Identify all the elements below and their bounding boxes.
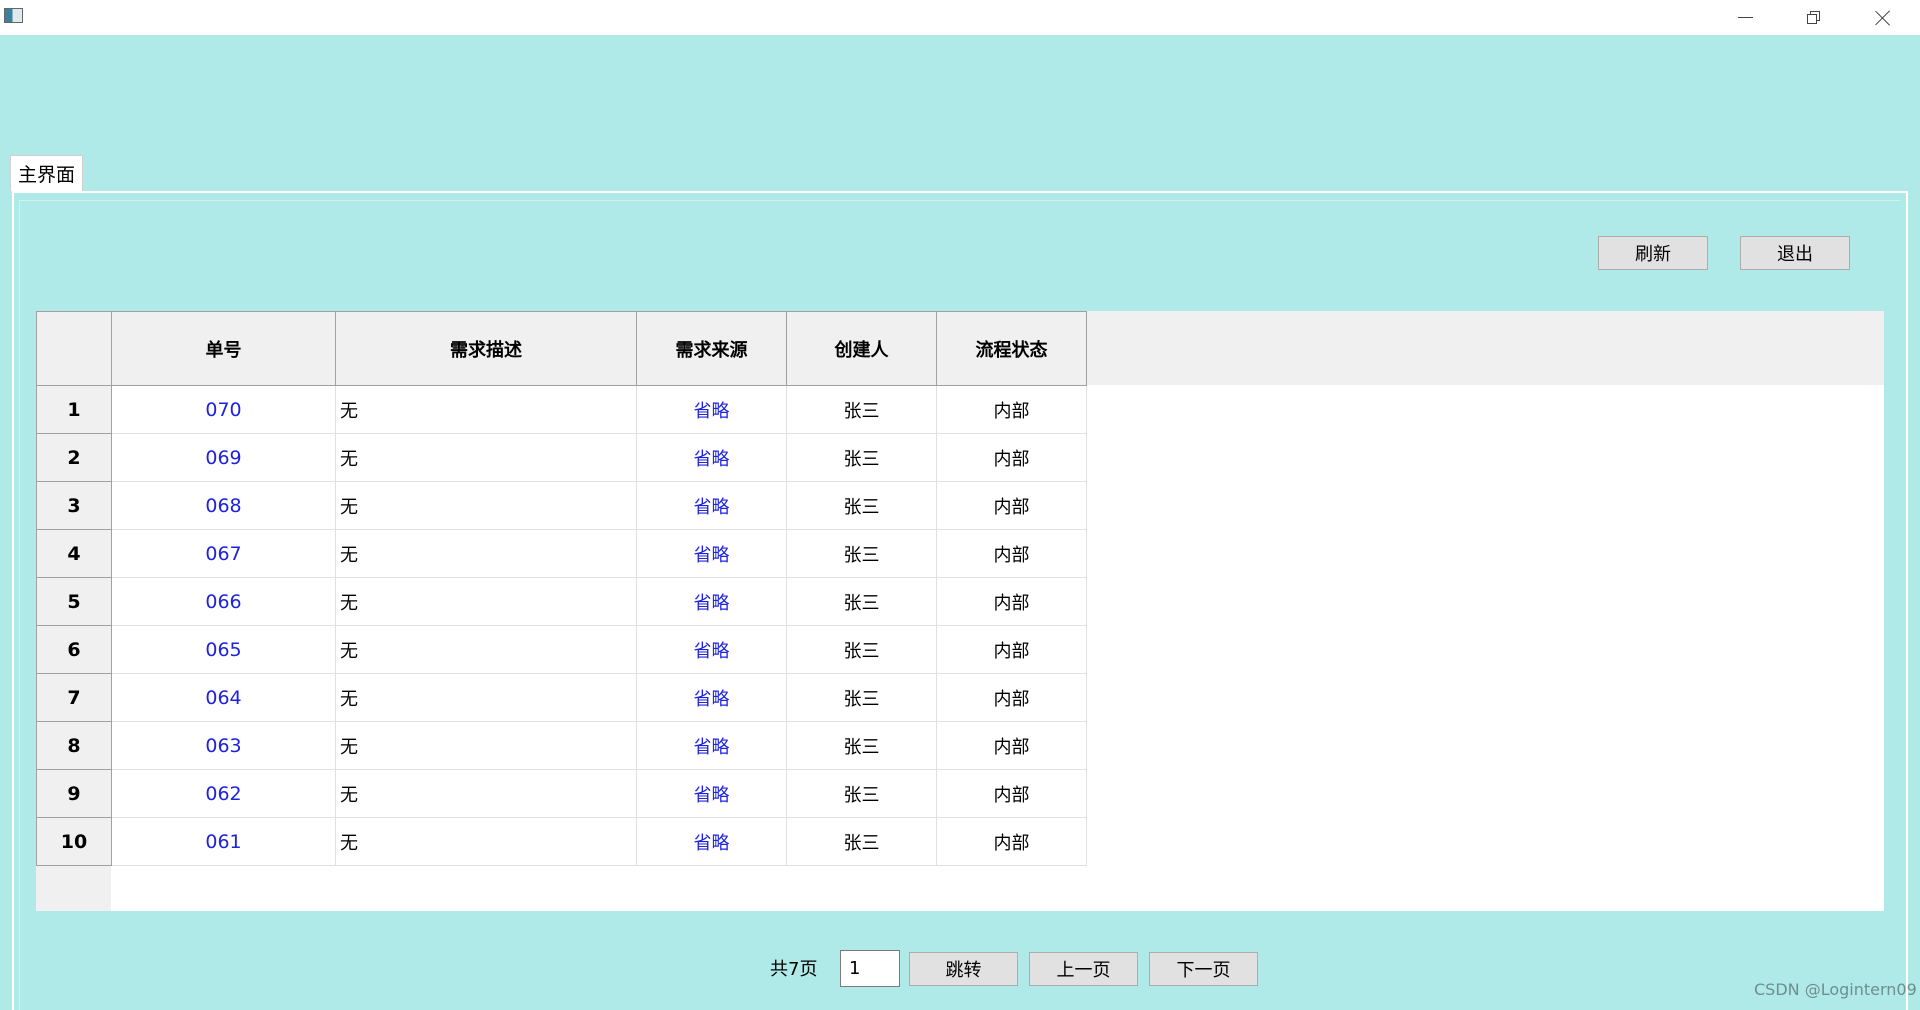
- order-id-cell[interactable]: 065: [111, 625, 336, 674]
- creator-cell[interactable]: 张三: [786, 817, 937, 866]
- description-cell[interactable]: 无: [335, 721, 637, 770]
- creator-cell[interactable]: 张三: [786, 385, 937, 434]
- source-cell[interactable]: 省略: [636, 817, 787, 866]
- column-header-source[interactable]: 需求来源: [636, 311, 787, 386]
- page-count-label: 共7页: [770, 959, 818, 980]
- tab-main[interactable]: 主界面: [10, 155, 83, 191]
- source-cell[interactable]: 省略: [636, 577, 787, 626]
- table-row[interactable]: 1 070 无 省略 张三 内部: [36, 385, 1087, 434]
- creator-cell[interactable]: 张三: [786, 721, 937, 770]
- order-id-cell[interactable]: 064: [111, 673, 336, 722]
- next-page-button[interactable]: 下一页: [1149, 952, 1258, 986]
- order-id-cell[interactable]: 066: [111, 577, 336, 626]
- restore-button[interactable]: [1790, 0, 1836, 35]
- order-id-cell[interactable]: 062: [111, 769, 336, 818]
- minimize-icon: [1737, 17, 1753, 18]
- jump-button[interactable]: 跳转: [909, 952, 1018, 986]
- order-id-cell[interactable]: 067: [111, 529, 336, 578]
- watermark: CSDN @Logintern09: [1754, 980, 1917, 999]
- order-id-cell[interactable]: 070: [111, 385, 336, 434]
- page-number-input[interactable]: [840, 950, 900, 987]
- grid-corner-cell[interactable]: [36, 311, 112, 386]
- restore-icon: [1806, 11, 1820, 24]
- app-window: 主界面 刷新 退出 单号 需求描述 需求来源 创建人 流程状态 1 070 无 …: [0, 0, 1920, 1010]
- creator-cell[interactable]: 张三: [786, 433, 937, 482]
- status-cell[interactable]: 内部: [936, 433, 1087, 482]
- source-cell[interactable]: 省略: [636, 721, 787, 770]
- creator-cell[interactable]: 张三: [786, 673, 937, 722]
- previous-page-button[interactable]: 上一页: [1029, 952, 1138, 986]
- order-id-cell[interactable]: 061: [111, 817, 336, 866]
- column-header-description[interactable]: 需求描述: [335, 311, 637, 386]
- source-cell[interactable]: 省略: [636, 769, 787, 818]
- minimize-button[interactable]: [1722, 0, 1768, 35]
- row-header[interactable]: 5: [36, 577, 112, 626]
- creator-cell[interactable]: 张三: [786, 577, 937, 626]
- column-header-creator[interactable]: 创建人: [786, 311, 937, 386]
- column-header-id[interactable]: 单号: [111, 311, 336, 386]
- table-row[interactable]: 6 065 无 省略 张三 内部: [36, 625, 1087, 674]
- row-header[interactable]: 4: [36, 529, 112, 578]
- creator-cell[interactable]: 张三: [786, 529, 937, 578]
- status-cell[interactable]: 内部: [936, 481, 1087, 530]
- data-grid[interactable]: 单号 需求描述 需求来源 创建人 流程状态 1 070 无 省略 张三 内部 2: [36, 311, 1884, 911]
- row-header[interactable]: 1: [36, 385, 112, 434]
- source-cell[interactable]: 省略: [636, 433, 787, 482]
- description-cell[interactable]: 无: [335, 625, 637, 674]
- source-cell[interactable]: 省略: [636, 625, 787, 674]
- close-button[interactable]: [1860, 0, 1906, 35]
- source-cell[interactable]: 省略: [636, 529, 787, 578]
- row-header[interactable]: 6: [36, 625, 112, 674]
- row-header[interactable]: 3: [36, 481, 112, 530]
- exit-button[interactable]: 退出: [1740, 236, 1850, 270]
- status-cell[interactable]: 内部: [936, 577, 1087, 626]
- table-row[interactable]: 2 069 无 省略 张三 内部: [36, 433, 1087, 482]
- status-cell[interactable]: 内部: [936, 673, 1087, 722]
- data-table: 单号 需求描述 需求来源 创建人 流程状态 1 070 无 省略 张三 内部 2: [36, 311, 1087, 866]
- description-cell[interactable]: 无: [335, 673, 637, 722]
- creator-cell[interactable]: 张三: [786, 769, 937, 818]
- table-row[interactable]: 3 068 无 省略 张三 内部: [36, 481, 1087, 530]
- row-header[interactable]: 8: [36, 721, 112, 770]
- status-cell[interactable]: 内部: [936, 769, 1087, 818]
- row-header[interactable]: 2: [36, 433, 112, 482]
- description-cell[interactable]: 无: [335, 769, 637, 818]
- title-bar: [0, 0, 1920, 35]
- table-row[interactable]: 4 067 无 省略 张三 内部: [36, 529, 1087, 578]
- status-cell[interactable]: 内部: [936, 529, 1087, 578]
- order-id-cell[interactable]: 069: [111, 433, 336, 482]
- description-cell[interactable]: 无: [335, 577, 637, 626]
- table-row[interactable]: 5 066 无 省略 张三 内部: [36, 577, 1087, 626]
- app-icon: [4, 8, 23, 23]
- table-row[interactable]: 7 064 无 省略 张三 内部: [36, 673, 1087, 722]
- row-header[interactable]: 7: [36, 673, 112, 722]
- refresh-button[interactable]: 刷新: [1598, 236, 1708, 270]
- status-cell[interactable]: 内部: [936, 817, 1087, 866]
- row-header[interactable]: 9: [36, 769, 112, 818]
- source-cell[interactable]: 省略: [636, 481, 787, 530]
- order-id-cell[interactable]: 063: [111, 721, 336, 770]
- row-header[interactable]: 10: [36, 817, 112, 866]
- status-cell[interactable]: 内部: [936, 625, 1087, 674]
- column-header-status[interactable]: 流程状态: [936, 311, 1087, 386]
- description-cell[interactable]: 无: [335, 481, 637, 530]
- table-row[interactable]: 10 061 无 省略 张三 内部: [36, 817, 1087, 866]
- source-cell[interactable]: 省略: [636, 385, 787, 434]
- table-row[interactable]: 9 062 无 省略 张三 内部: [36, 769, 1087, 818]
- table-row[interactable]: 8 063 无 省略 张三 内部: [36, 721, 1087, 770]
- status-cell[interactable]: 内部: [936, 721, 1087, 770]
- creator-cell[interactable]: 张三: [786, 625, 937, 674]
- order-id-cell[interactable]: 068: [111, 481, 336, 530]
- source-cell[interactable]: 省略: [636, 673, 787, 722]
- status-cell[interactable]: 内部: [936, 385, 1087, 434]
- description-cell[interactable]: 无: [335, 385, 637, 434]
- description-cell[interactable]: 无: [335, 433, 637, 482]
- description-cell[interactable]: 无: [335, 529, 637, 578]
- close-icon: [1875, 10, 1891, 26]
- creator-cell[interactable]: 张三: [786, 481, 937, 530]
- description-cell[interactable]: 无: [335, 817, 637, 866]
